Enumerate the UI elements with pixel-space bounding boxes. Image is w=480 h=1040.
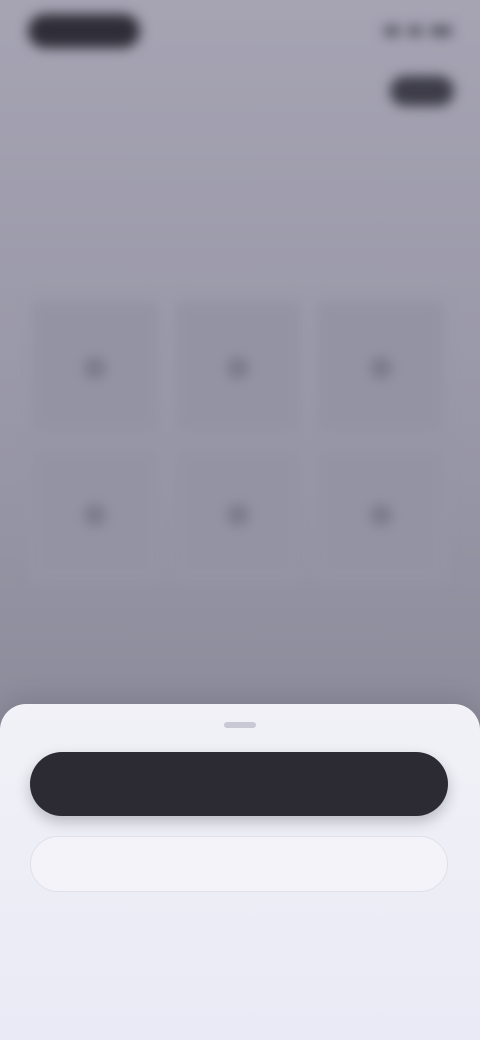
status-bar bbox=[0, 0, 480, 64]
app-screen bbox=[0, 0, 480, 1040]
battery-icon bbox=[430, 26, 452, 36]
bottom-sheet bbox=[0, 704, 480, 1040]
sheet-drag-handle[interactable] bbox=[224, 722, 256, 728]
tile-icon bbox=[369, 503, 392, 526]
grid-tile[interactable] bbox=[30, 300, 161, 435]
tile-icon bbox=[226, 356, 249, 379]
tile-icon bbox=[84, 503, 107, 526]
header bbox=[0, 70, 480, 114]
status-time bbox=[28, 14, 140, 48]
secondary-button[interactable] bbox=[30, 836, 448, 892]
primary-button[interactable] bbox=[30, 752, 448, 816]
page-heading bbox=[26, 160, 326, 188]
wifi-icon bbox=[408, 26, 422, 36]
signal-icon bbox=[384, 26, 400, 36]
grid-tile[interactable] bbox=[30, 447, 161, 582]
header-title bbox=[196, 80, 284, 100]
tile-icon bbox=[84, 356, 107, 379]
blurred-background bbox=[0, 0, 480, 720]
tertiary-link[interactable] bbox=[140, 934, 340, 958]
tile-grid bbox=[30, 300, 446, 582]
status-icons bbox=[384, 22, 452, 40]
grid-tile[interactable] bbox=[172, 447, 304, 582]
grid-tile[interactable] bbox=[315, 447, 446, 582]
grid-tile[interactable] bbox=[172, 300, 304, 435]
grid-tile[interactable] bbox=[315, 300, 446, 435]
header-action-button[interactable] bbox=[390, 76, 454, 106]
tile-icon bbox=[369, 356, 392, 379]
tile-icon bbox=[226, 503, 249, 526]
